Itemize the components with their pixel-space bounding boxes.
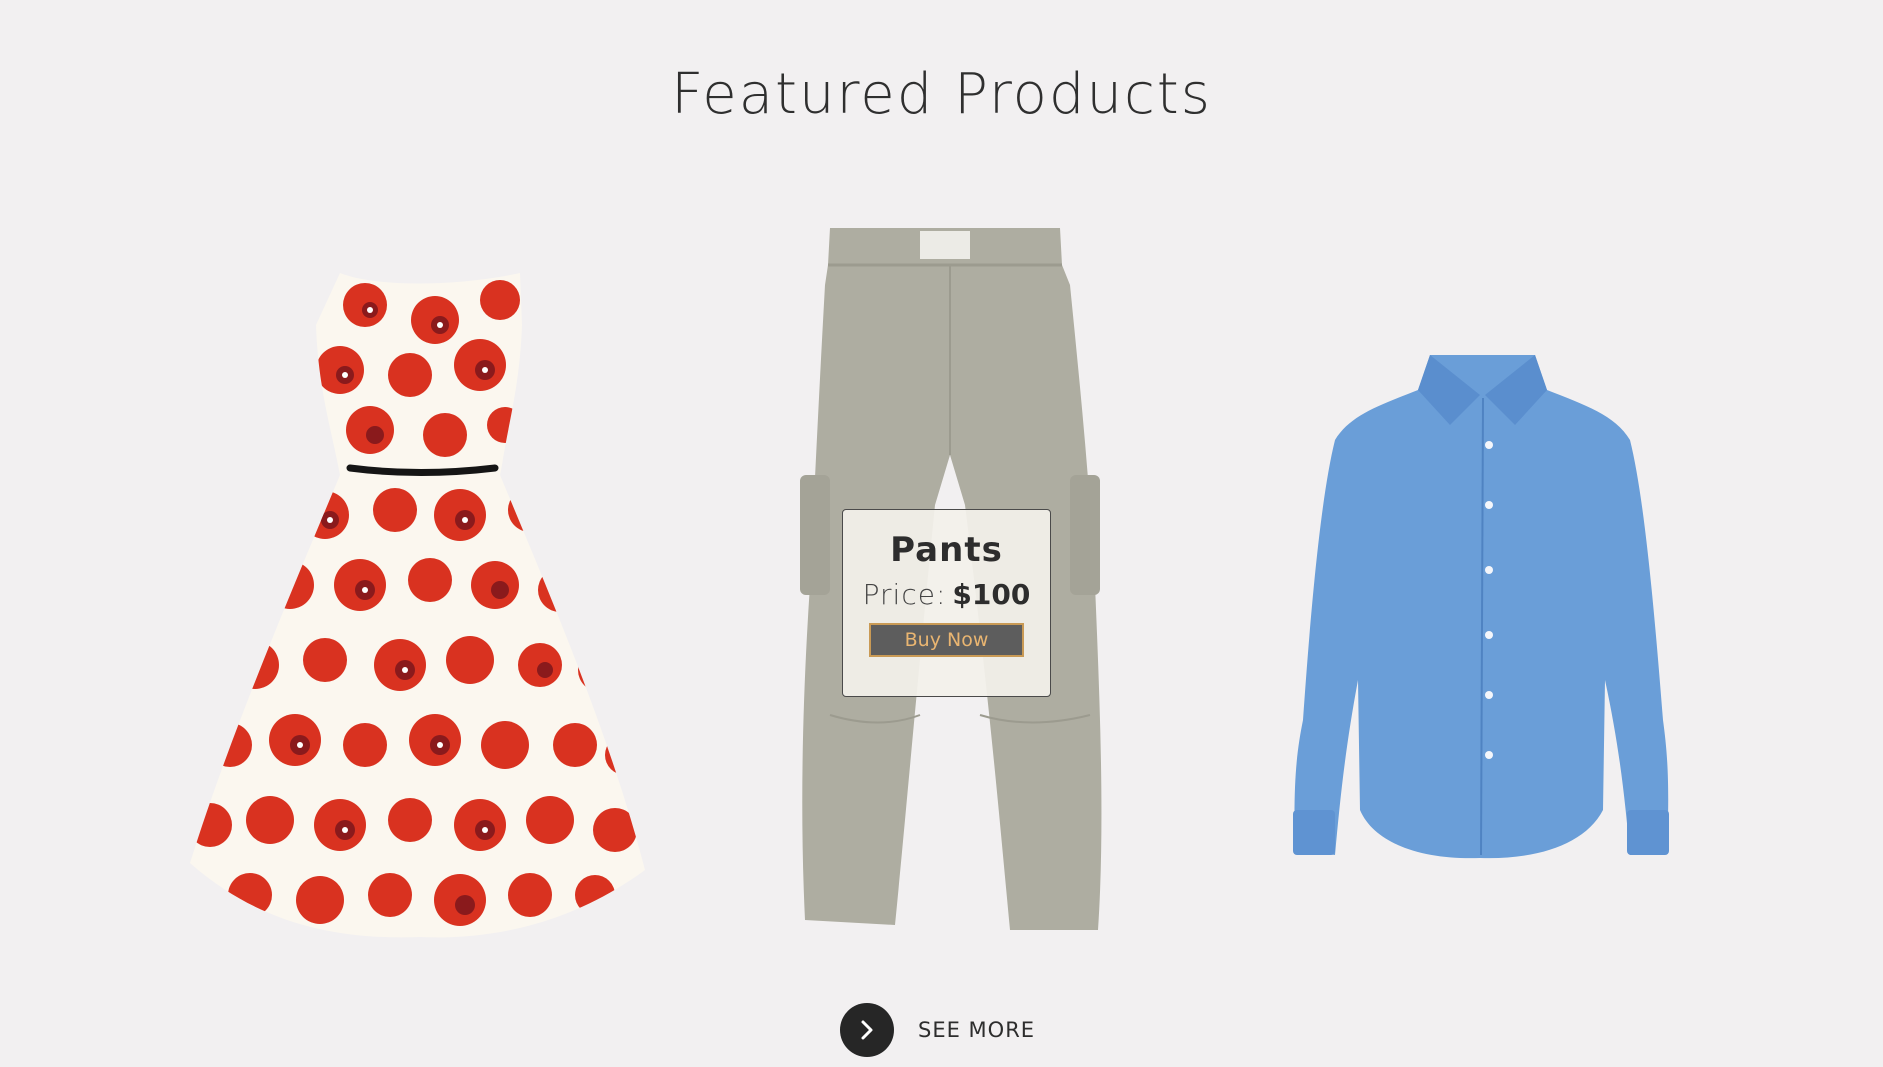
see-more-link[interactable]: SEE MORE: [840, 1003, 1035, 1057]
section-title: Featured Products: [671, 62, 1212, 127]
see-more-button[interactable]: [840, 1003, 894, 1057]
buy-now-button[interactable]: Buy Now: [869, 623, 1024, 657]
price-value: $100: [952, 578, 1031, 611]
product-name: Pants: [890, 530, 1003, 570]
dress-image: [190, 273, 645, 938]
chevron-right-icon: [861, 1020, 873, 1040]
price-label: Price:: [862, 578, 947, 611]
see-more-label[interactable]: SEE MORE: [918, 1018, 1035, 1042]
shirt-image: [1293, 355, 1669, 859]
product-price: Price: $100: [843, 578, 1050, 611]
product-dress-image[interactable]: [190, 265, 650, 945]
product-shirt-image[interactable]: [1285, 350, 1680, 870]
product-hover-card: Pants Price: $100 Buy Now: [842, 509, 1051, 697]
